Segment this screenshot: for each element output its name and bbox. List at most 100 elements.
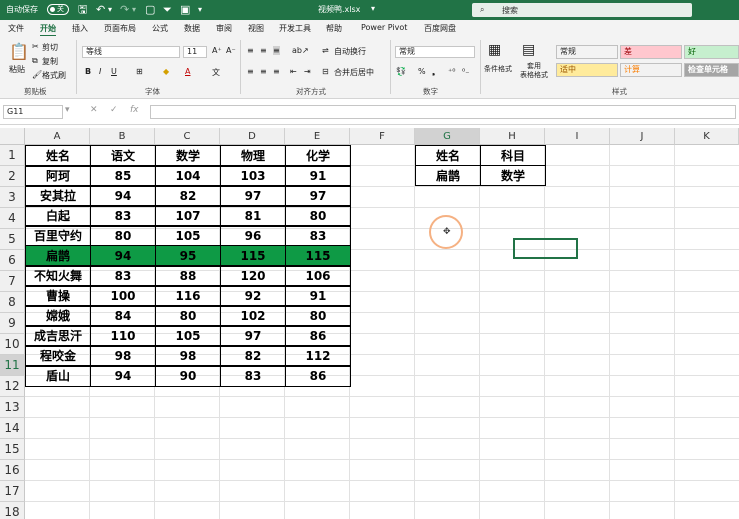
- merge-center-button[interactable]: 合并后居中: [334, 67, 374, 78]
- save-icon[interactable]: 🖫: [78, 3, 87, 16]
- table-cell[interactable]: 82: [220, 345, 286, 367]
- camera-icon[interactable]: ▣: [180, 3, 190, 16]
- lookup-header-name[interactable]: 姓名: [415, 145, 481, 166]
- tab-insert[interactable]: 插入: [72, 23, 88, 34]
- align-right-icon[interactable]: ≡: [273, 67, 280, 76]
- row-header-10[interactable]: 10: [0, 334, 25, 355]
- table-cell[interactable]: 80: [285, 305, 351, 327]
- name-box[interactable]: G11: [3, 105, 63, 119]
- table-cell[interactable]: 120: [220, 265, 286, 287]
- table-cell[interactable]: 85: [90, 165, 156, 187]
- row-header-12[interactable]: 12: [0, 376, 25, 397]
- chevron-down-icon[interactable]: ▾: [371, 4, 375, 13]
- cut-button[interactable]: 剪切: [42, 42, 58, 53]
- wrap-text-icon[interactable]: ⇌: [322, 46, 329, 55]
- table-cell[interactable]: 86: [285, 325, 351, 347]
- row-header-14[interactable]: 14: [0, 418, 25, 439]
- row-header-8[interactable]: 8: [0, 292, 25, 313]
- copy-icon[interactable]: ⧉: [32, 56, 38, 66]
- style-check-cell[interactable]: 检查单元格: [684, 63, 739, 77]
- lookup-header-subject[interactable]: 科目: [480, 145, 546, 166]
- fill-color-icon[interactable]: ◆: [163, 67, 169, 76]
- column-header-j[interactable]: J: [610, 128, 675, 145]
- table-cell[interactable]: 83: [90, 205, 156, 227]
- increase-indent-icon[interactable]: ⇥: [304, 67, 311, 76]
- format-painter-icon[interactable]: 🖌: [32, 70, 42, 79]
- style-good[interactable]: 好: [684, 45, 739, 59]
- align-center-icon[interactable]: ≡: [260, 67, 267, 76]
- table-cell[interactable]: 112: [285, 345, 351, 367]
- table-cell[interactable]: 扁鹊: [25, 245, 91, 267]
- table-cell[interactable]: 94: [90, 245, 156, 267]
- table-cell[interactable]: 102: [220, 305, 286, 327]
- table-cell[interactable]: 83: [220, 365, 286, 387]
- select-all-corner[interactable]: [0, 128, 25, 145]
- table-cell[interactable]: 白起: [25, 205, 91, 227]
- table-header-cell[interactable]: 化学: [285, 145, 351, 167]
- table-cell[interactable]: 安其拉: [25, 185, 91, 207]
- style-calculation[interactable]: 计算: [620, 63, 682, 77]
- italic-icon[interactable]: I: [99, 67, 101, 76]
- comma-icon[interactable]: ❟: [432, 67, 435, 77]
- chevron-down-icon[interactable]: ▾: [108, 3, 112, 16]
- table-cell[interactable]: 97: [220, 185, 286, 207]
- align-middle-icon[interactable]: ≡: [260, 46, 267, 55]
- underline-icon[interactable]: U: [111, 67, 117, 76]
- cancel-icon[interactable]: ✕: [90, 105, 98, 115]
- row-header-17[interactable]: 17: [0, 481, 25, 502]
- table-cell[interactable]: 100: [90, 285, 156, 307]
- style-neutral[interactable]: 适中: [556, 63, 618, 77]
- column-header-c[interactable]: C: [155, 128, 220, 145]
- lookup-value-name[interactable]: 扁鹊: [415, 165, 481, 186]
- column-header-f[interactable]: F: [350, 128, 415, 145]
- row-header-6[interactable]: 6: [0, 250, 25, 271]
- tab-power-pivot[interactable]: Power Pivot: [361, 23, 407, 32]
- font-name-select[interactable]: 等线: [82, 46, 180, 58]
- bold-icon[interactable]: B: [85, 67, 91, 76]
- table-cell[interactable]: 97: [285, 185, 351, 207]
- table-cell[interactable]: 104: [155, 165, 221, 187]
- font-size-select[interactable]: 11: [183, 46, 207, 58]
- table-cell[interactable]: 84: [90, 305, 156, 327]
- paste-button[interactable]: 粘贴: [9, 64, 25, 75]
- increase-font-icon[interactable]: A⁺: [212, 46, 222, 55]
- row-header-1[interactable]: 1: [0, 145, 25, 166]
- orientation-icon[interactable]: ab↗: [292, 46, 309, 55]
- insert-function-icon[interactable]: fx: [130, 105, 139, 115]
- table-header-cell[interactable]: 姓名: [25, 145, 91, 167]
- table-cell[interactable]: 98: [155, 345, 221, 367]
- style-bad[interactable]: 差: [620, 45, 682, 59]
- tab-baidu-netdisk[interactable]: 百度网盘: [424, 23, 456, 34]
- table-cell[interactable]: 105: [155, 225, 221, 247]
- enter-icon[interactable]: ✓: [110, 105, 118, 115]
- border-icon[interactable]: ⊞: [136, 67, 143, 76]
- table-cell[interactable]: 86: [285, 365, 351, 387]
- table-cell[interactable]: 80: [155, 305, 221, 327]
- decrease-font-icon[interactable]: A⁻: [226, 46, 236, 55]
- table-cell[interactable]: 107: [155, 205, 221, 227]
- column-header-h[interactable]: H: [480, 128, 545, 145]
- align-bottom-icon[interactable]: ≡: [273, 46, 280, 55]
- undo-icon[interactable]: ↶: [96, 3, 105, 16]
- font-color-icon[interactable]: A: [185, 67, 190, 76]
- table-cell[interactable]: 嫦娥: [25, 305, 91, 327]
- tab-data[interactable]: 数据: [184, 23, 200, 34]
- decrease-indent-icon[interactable]: ⇤: [290, 67, 297, 76]
- new-file-icon[interactable]: ▢: [145, 3, 155, 16]
- conditional-format-button[interactable]: 条件格式: [484, 64, 512, 74]
- row-header-18[interactable]: 18: [0, 502, 25, 519]
- format-painter-button[interactable]: 格式刷: [42, 70, 66, 81]
- column-header-a[interactable]: A: [25, 128, 90, 145]
- table-cell[interactable]: 103: [220, 165, 286, 187]
- column-header-g[interactable]: G: [415, 128, 480, 145]
- table-format-icon[interactable]: ▤: [522, 42, 535, 58]
- row-header-7[interactable]: 7: [0, 271, 25, 292]
- chevron-down-icon[interactable]: ▾: [132, 3, 136, 16]
- tab-developer[interactable]: 开发工具: [279, 23, 311, 34]
- table-cell[interactable]: 80: [90, 225, 156, 247]
- table-cell[interactable]: 83: [90, 265, 156, 287]
- row-header-16[interactable]: 16: [0, 460, 25, 481]
- table-cell[interactable]: 115: [220, 245, 286, 267]
- merge-center-icon[interactable]: ⊟: [322, 67, 329, 76]
- tab-file[interactable]: 文件: [8, 23, 24, 34]
